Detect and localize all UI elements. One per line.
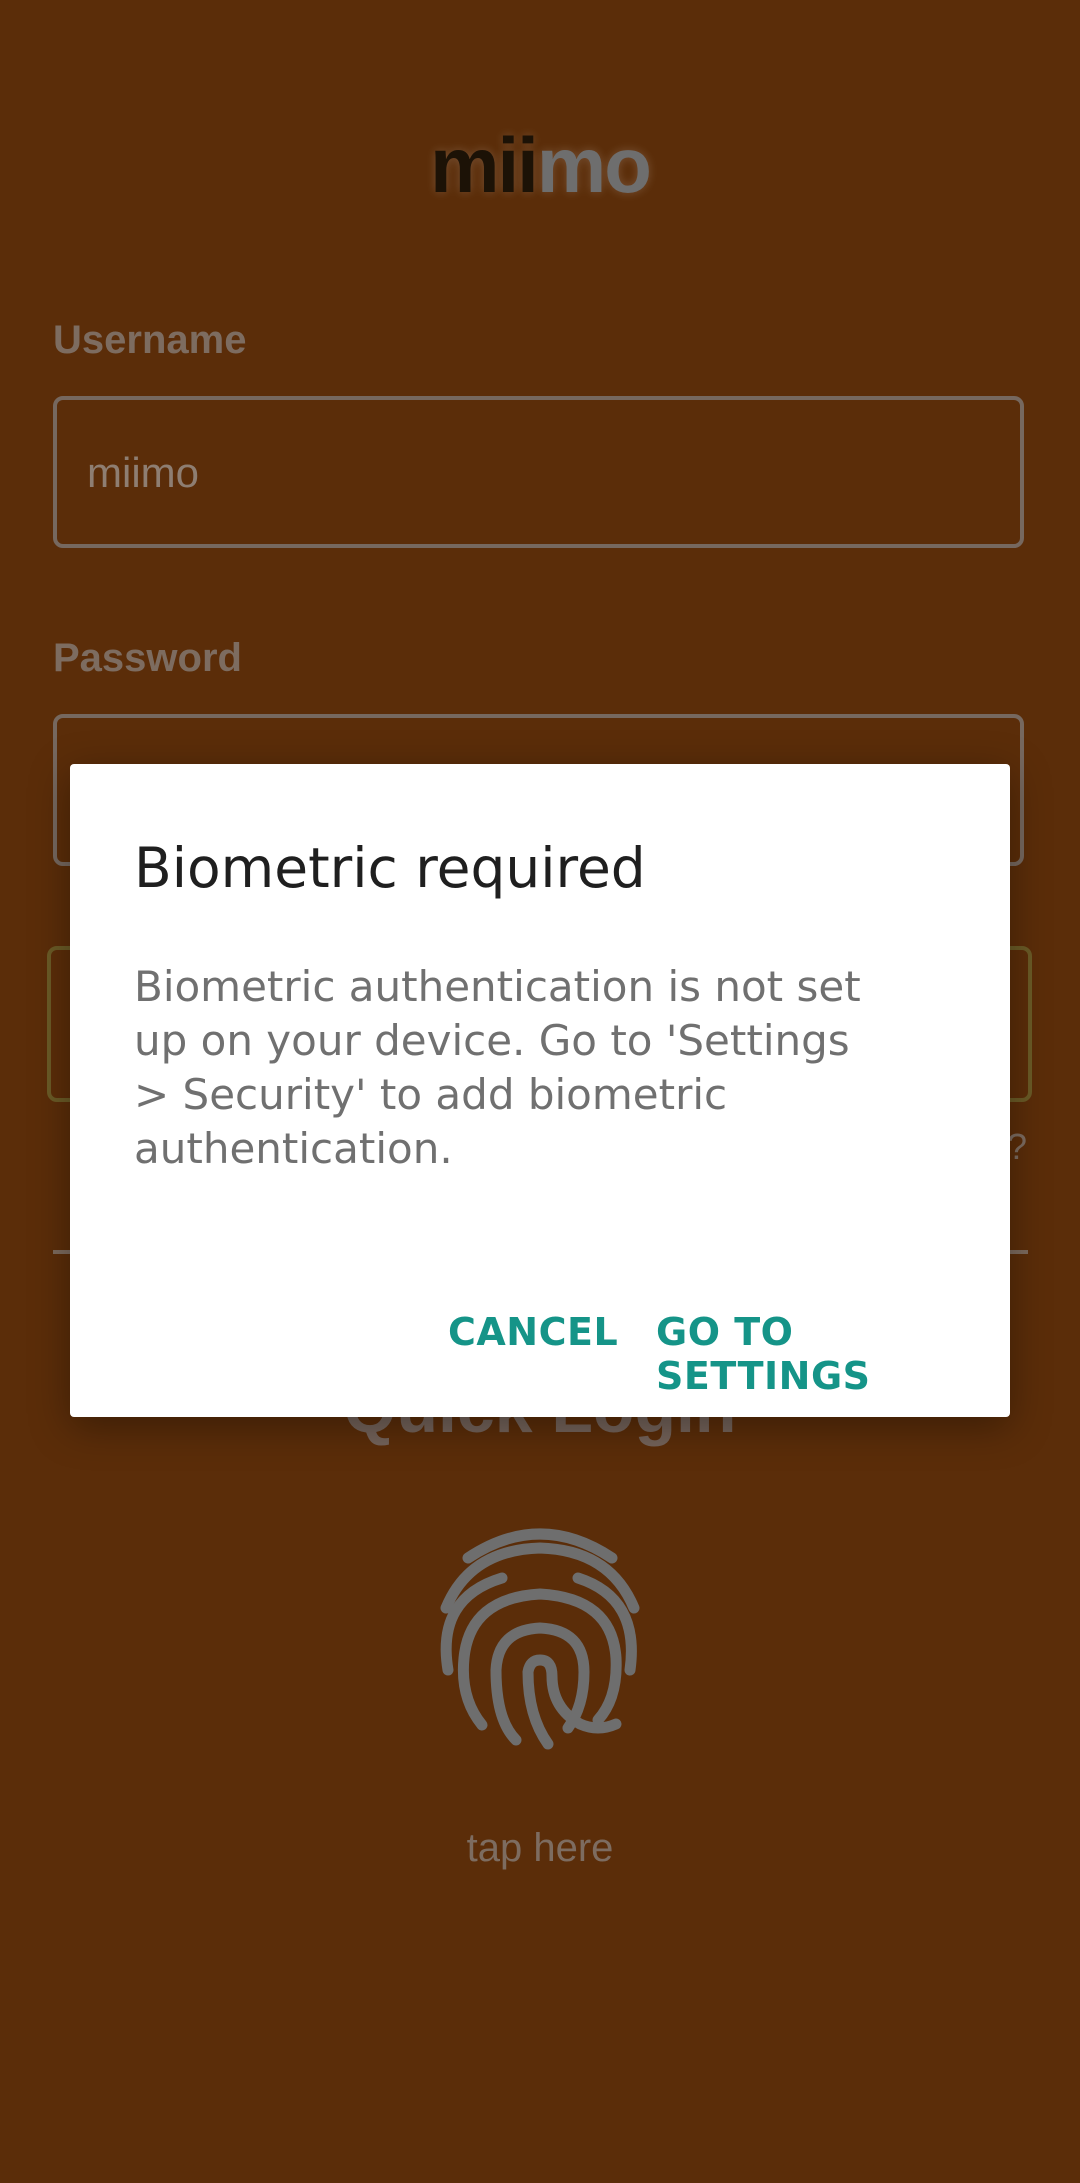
fingerprint-icon[interactable]: [430, 1520, 650, 1755]
dialog-title: Biometric required: [134, 836, 646, 900]
username-input[interactable]: miimo: [53, 396, 1024, 548]
dialog-message: Biometric authentication is not set up o…: [134, 962, 861, 1173]
app-logo: miimo: [0, 120, 1080, 211]
cancel-button[interactable]: CANCEL: [448, 1310, 618, 1354]
username-label: Username: [53, 318, 247, 362]
biometric-dialog: Biometric required Biometric authenticat…: [70, 764, 1010, 1417]
tap-here-label[interactable]: tap here: [0, 1826, 1080, 1871]
logo-dark-part: mii: [430, 121, 539, 209]
login-screen: miimo Username miimo Password ? Quick Lo…: [0, 0, 1080, 2183]
go-to-settings-button[interactable]: GO TO SETTINGS: [656, 1310, 1010, 1398]
logo-light-part: mo: [536, 121, 652, 209]
password-label: Password: [53, 636, 242, 680]
